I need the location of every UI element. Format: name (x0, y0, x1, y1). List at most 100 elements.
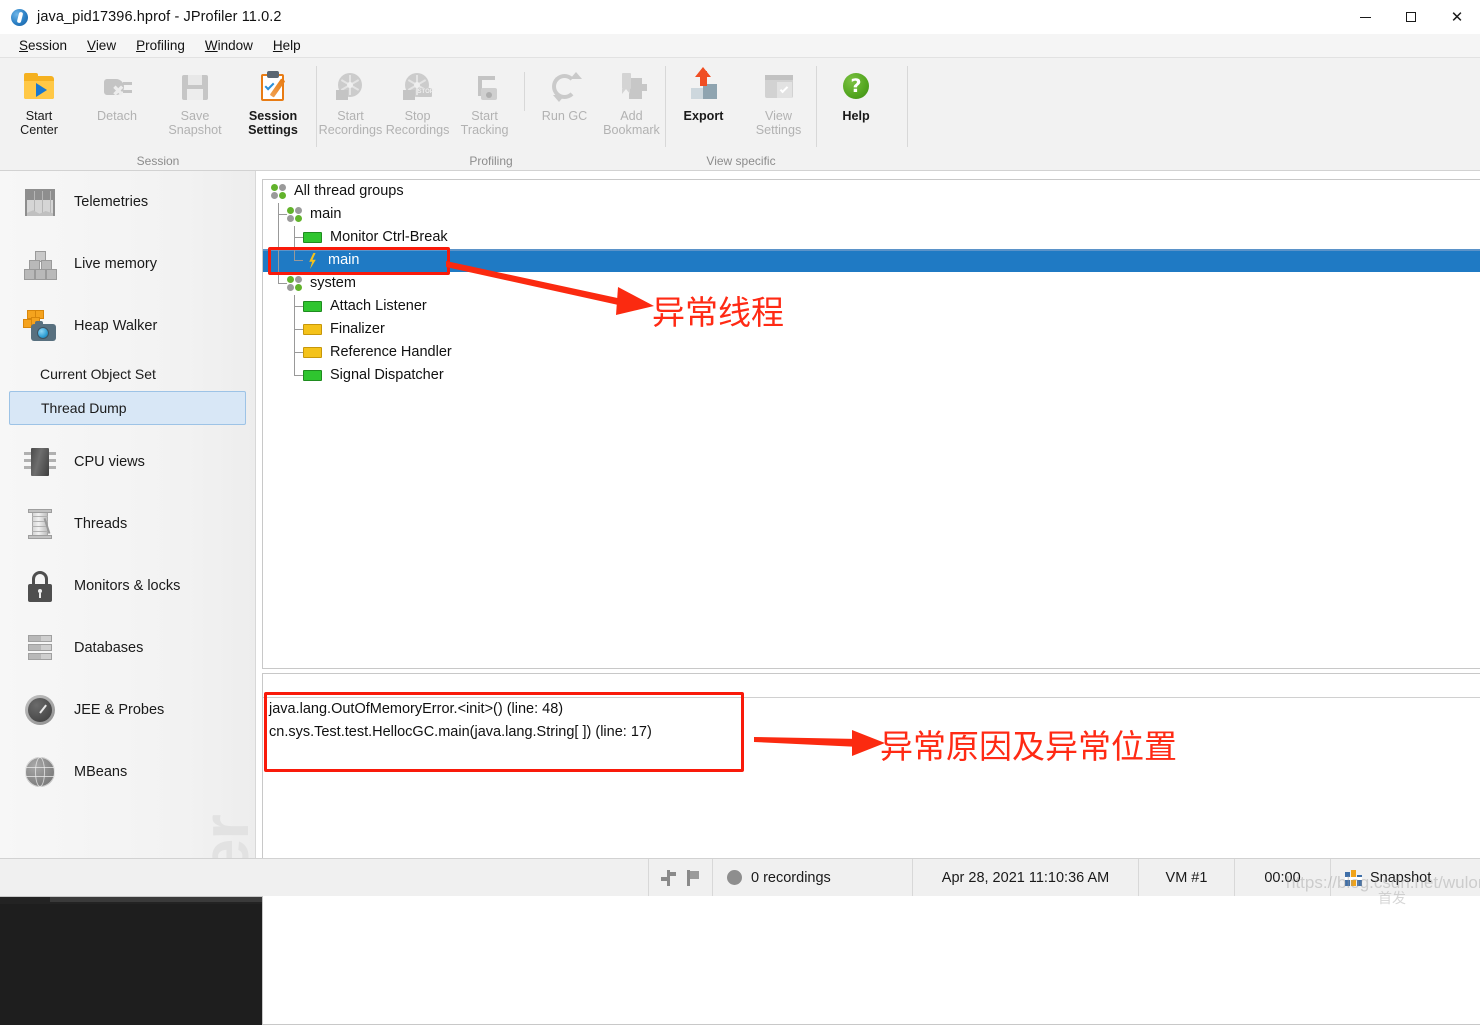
minimize-button[interactable] (1342, 0, 1388, 34)
add-bookmark-button[interactable]: Add Bookmark (598, 66, 665, 137)
sidebar-item-heap-walker[interactable]: Heap Walker (0, 295, 255, 357)
save-disk-icon (178, 70, 212, 104)
sidebar-label-live-memory: Live memory (74, 256, 157, 272)
thread-green-icon (303, 301, 322, 312)
tree-row-all-thread-groups[interactable]: All thread groups (263, 180, 1480, 203)
session-settings-label-1: Session (248, 109, 298, 123)
start-center-button[interactable]: Start Center (0, 66, 78, 137)
sidebar-item-monitors-locks[interactable]: Monitors & locks (0, 555, 255, 617)
export-button[interactable]: Export (666, 66, 741, 123)
live-memory-icon (22, 246, 58, 282)
toolbar-group-label-view-specific: View specific (706, 154, 776, 168)
menu-window[interactable]: Window (195, 36, 263, 55)
detach-button[interactable]: ✖ Detach (78, 66, 156, 123)
status-recordings-label: 0 recordings (751, 869, 831, 886)
tree-connector (287, 341, 303, 364)
sidebar-item-jee-probes[interactable]: JEE & Probes (0, 679, 255, 741)
status-recordings[interactable]: 0 recordings (712, 859, 912, 896)
status-snapshot[interactable]: Snapshot (1330, 859, 1480, 896)
detach-label: Detach (97, 109, 137, 123)
stack-trace-panel: java.lang.OutOfMemoryError.<init>() (lin… (262, 673, 1480, 1025)
tree-label-main-group: main (310, 206, 342, 222)
start-tracking-button[interactable]: Start Tracking (451, 66, 518, 137)
tree-connector (287, 318, 303, 341)
flag-icon[interactable] (686, 869, 700, 886)
export-up-arrow-icon (687, 67, 721, 104)
tree-connector (287, 226, 303, 249)
status-bar: 0 recordings Apr 28, 2021 11:10:36 AM VM… (0, 858, 1480, 896)
monitors-locks-icon (22, 568, 58, 604)
sidebar-item-current-object-set[interactable]: Current Object Set (0, 357, 255, 391)
sidebar-item-cpu-views[interactable]: CPU views (0, 431, 255, 493)
sidebar: JProfiler Telemetries Live (0, 171, 256, 863)
menu-help[interactable]: Help (263, 36, 311, 55)
run-gc-label: Run GC (541, 109, 588, 123)
save-snapshot-button[interactable]: Save Snapshot (156, 66, 234, 137)
view-settings-button[interactable]: View Settings (741, 66, 816, 137)
sidebar-item-thread-dump[interactable]: Thread Dump (9, 391, 246, 425)
status-vm-label: VM #1 (1165, 869, 1208, 886)
sidebar-item-telemetries[interactable]: Telemetries (0, 171, 255, 233)
toolbar-group-view-specific: Export View Settings View specific (666, 58, 816, 171)
tree-row-signal-dispatcher[interactable]: Signal Dispatcher (263, 364, 1480, 387)
recording-circle-icon (727, 870, 742, 885)
sidebar-label-current-object-set: Current Object Set (40, 366, 156, 382)
run-gc-button[interactable]: Run GC (531, 66, 598, 123)
tree-row-main-thread[interactable]: main (263, 249, 1480, 272)
tracking-icon (468, 70, 502, 104)
view-settings-icon (762, 70, 796, 104)
close-button[interactable]: ✕ (1434, 0, 1480, 34)
tree-row-monitor-ctrl-break[interactable]: Monitor Ctrl-Break (263, 226, 1480, 249)
folder-play-icon (22, 70, 56, 104)
stack-trace-line-1[interactable]: java.lang.OutOfMemoryError.<init>() (lin… (263, 698, 1480, 721)
tree-row-attach-listener[interactable]: Attach Listener (263, 295, 1480, 318)
window-controls: ✕ (1342, 0, 1480, 34)
session-settings-button[interactable]: Session Settings (234, 66, 312, 137)
status-timestamp-label: Apr 28, 2021 11:10:36 AM (941, 869, 1110, 886)
content-area: All thread groups main Monitor Ctrl-Brea… (256, 171, 1480, 1025)
sidebar-label-thread-dump: Thread Dump (41, 400, 127, 416)
menu-view[interactable]: View (77, 36, 126, 55)
plug-detach-icon: ✖ (100, 70, 134, 104)
sidebar-item-databases[interactable]: Databases (0, 617, 255, 679)
tree-connector (271, 249, 287, 272)
tree-row-system-group[interactable]: system (263, 272, 1480, 295)
help-button[interactable]: ? Help (817, 66, 895, 123)
stack-trace-header (263, 674, 1480, 698)
cpu-views-icon (22, 444, 58, 480)
tree-label-all-thread-groups: All thread groups (294, 183, 404, 199)
sidebar-item-threads[interactable]: Threads (0, 493, 255, 555)
start-tracking-label-1: Start (471, 109, 498, 123)
signpost-icon[interactable] (661, 869, 676, 886)
stop-recordings-button[interactable]: STOP Stop Recordings (384, 66, 451, 137)
jprofiler-icon (11, 8, 28, 26)
toolbar-group-label-profiling: Profiling (469, 154, 513, 168)
stack-trace-line-2[interactable]: cn.sys.Test.test.HellocGC.main(java.lang… (263, 721, 1480, 744)
status-elapsed-label: 00:00 (1264, 869, 1301, 886)
sidebar-item-live-memory[interactable]: Live memory (0, 233, 255, 295)
sidebar-label-telemetries: Telemetries (74, 194, 149, 210)
sidebar-label-monitors-locks: Monitors & locks (74, 578, 181, 594)
tree-connector (271, 226, 287, 249)
menu-profiling[interactable]: Profiling (126, 36, 195, 55)
view-settings-label-1: View (764, 109, 793, 123)
sidebar-item-mbeans[interactable]: MBeans (0, 741, 255, 803)
menu-session[interactable]: Session (9, 36, 77, 55)
sidebar-watermark: JProfiler (187, 815, 255, 863)
maximize-button[interactable] (1388, 0, 1434, 34)
jee-probes-icon (22, 692, 58, 728)
close-icon: ✕ (1450, 7, 1464, 26)
toolbar-group-session: Start Center ✖ Detach Save Snapshot Sess… (0, 58, 316, 171)
jprofiler-window: java_pid17396.hprof - JProfiler 11.0.2 ✕… (0, 0, 1480, 1025)
gc-refresh-icon (547, 70, 583, 104)
save-snapshot-label-1: Save (180, 109, 210, 123)
start-tracking-label-2: Tracking (460, 123, 509, 137)
tree-row-main-group[interactable]: main (263, 203, 1480, 226)
tree-row-finalizer[interactable]: Finalizer (263, 318, 1480, 341)
status-vm: VM #1 (1138, 859, 1234, 896)
start-recordings-button[interactable]: Start Recordings (317, 66, 384, 137)
tree-label-main-thread: main (328, 252, 360, 268)
tree-row-reference-handler[interactable]: Reference Handler (263, 341, 1480, 364)
